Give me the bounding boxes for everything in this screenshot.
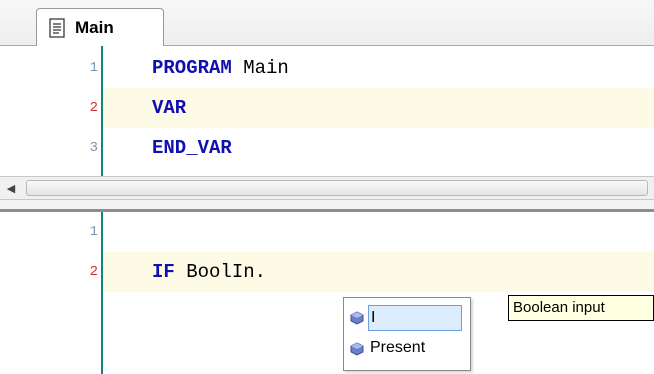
autocomplete-item-label: I — [368, 305, 462, 331]
keyword: END_VAR — [152, 137, 232, 159]
line-number: 3 — [89, 140, 98, 156]
autocomplete-item-label: Present — [370, 339, 426, 356]
tab-main[interactable]: Main — [36, 8, 164, 46]
document-icon — [49, 17, 65, 38]
keyword: PROGRAM — [152, 57, 232, 79]
editor-window: Main 1 PROGRAM Main 2 VAR 3 END_VAR ◀ 1 … — [0, 0, 654, 374]
autocomplete-item[interactable]: Present — [350, 336, 466, 362]
horizontal-scrollbar[interactable]: ◀ — [0, 176, 654, 200]
identifier: BoolIn. — [174, 261, 267, 283]
code-line[interactable]: 2 VAR — [0, 88, 654, 128]
code-line[interactable]: 1 — [0, 212, 654, 252]
scroll-left-arrow-icon[interactable]: ◀ — [0, 177, 22, 199]
pane-splitter[interactable] — [0, 200, 654, 212]
declaration-editor[interactable]: 1 PROGRAM Main 2 VAR 3 END_VAR — [0, 46, 654, 176]
member-icon — [350, 342, 364, 356]
tab-strip: Main — [0, 0, 654, 46]
identifier: Main — [231, 57, 289, 79]
code-line[interactable]: 2 IF BoolIn. — [0, 252, 654, 292]
implementation-editor[interactable]: 1 2 IF BoolIn. — [0, 212, 654, 374]
code-line[interactable]: 1 PROGRAM Main — [0, 48, 654, 88]
line-number-modified: 2 — [89, 264, 98, 280]
scroll-thumb[interactable] — [26, 180, 648, 196]
line-number-modified: 2 — [89, 100, 98, 116]
code-text: VAR — [152, 88, 186, 128]
line-number: 1 — [89, 60, 98, 76]
line-number: 1 — [89, 224, 98, 240]
code-text: END_VAR — [152, 128, 232, 168]
keyword: IF — [152, 261, 175, 283]
autocomplete-item-selected[interactable]: I — [350, 305, 466, 331]
tab-label: Main — [75, 17, 114, 37]
code-line[interactable]: 3 END_VAR — [0, 128, 654, 168]
autocomplete-list[interactable]: I Present — [343, 297, 471, 371]
member-tooltip: Boolean input — [508, 295, 654, 321]
member-icon — [350, 311, 364, 325]
keyword: VAR — [152, 97, 187, 119]
code-text: PROGRAM Main — [152, 48, 289, 88]
code-text: IF BoolIn. — [152, 252, 266, 292]
code-line-area — [103, 212, 654, 252]
